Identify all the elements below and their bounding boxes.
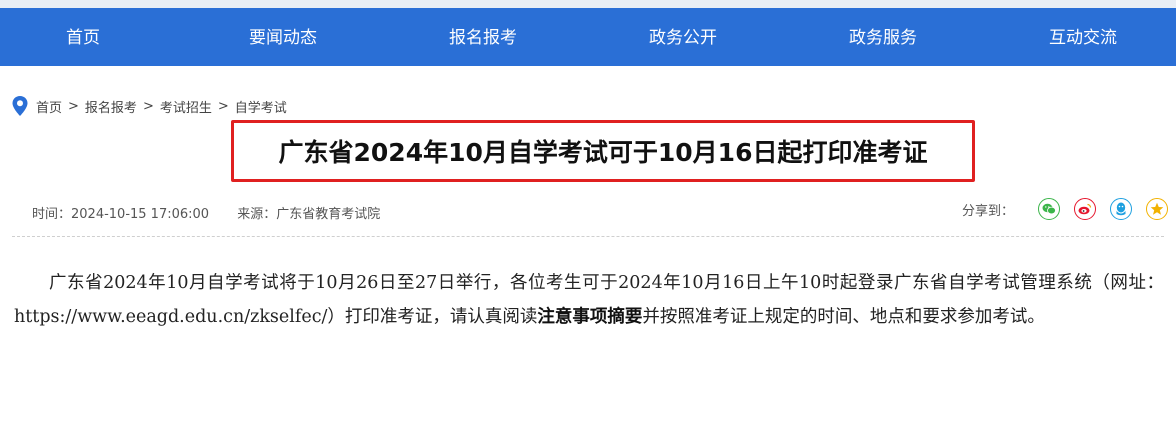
qq-icon[interactable] bbox=[1110, 198, 1133, 220]
article-title: 广东省2024年10月自学考试可于10月16日起打印准考证 bbox=[278, 138, 928, 167]
breadcrumb-separator: > bbox=[217, 98, 229, 114]
nav-item-news[interactable]: 要闻动态 bbox=[213, 8, 353, 66]
breadcrumb-separator: > bbox=[68, 98, 79, 114]
nav-item-interaction[interactable]: 互动交流 bbox=[1013, 8, 1153, 66]
top-strip bbox=[0, 0, 1176, 8]
nav-item-public-affairs[interactable]: 政务公开 bbox=[613, 8, 753, 66]
nav-item-services[interactable]: 政务服务 bbox=[813, 8, 953, 66]
share-label: 分享到： bbox=[962, 203, 1015, 219]
breadcrumb-home[interactable]: 首页 bbox=[36, 97, 62, 116]
breadcrumb-separator: > bbox=[142, 98, 154, 114]
article-meta: 时间：2024-10-15 17:06:00 来源：广东省教育考试院 bbox=[32, 203, 404, 222]
article-body: 广东省2024年10月自学考试将于10月26日至27日举行，各位考生可于2024… bbox=[14, 266, 1164, 334]
breadcrumb-registration[interactable]: 报名报考 bbox=[85, 97, 137, 116]
location-pin-icon bbox=[12, 96, 28, 116]
nav-item-home[interactable]: 首页 bbox=[13, 8, 153, 66]
publish-time: 时间：2024-10-15 17:06:00 bbox=[32, 207, 210, 222]
breadcrumb-exams[interactable]: 考试招生 bbox=[160, 97, 212, 116]
article-source: 来源：广东省教育考试院 bbox=[237, 207, 381, 222]
divider bbox=[12, 236, 1164, 237]
nav-item-registration[interactable]: 报名报考 bbox=[413, 8, 553, 66]
body-text-part2: 并按照准考证上规定的时间、地点和要求参加考试。 bbox=[642, 307, 1045, 327]
qzone-icon[interactable] bbox=[1146, 198, 1169, 220]
wechat-icon[interactable] bbox=[1038, 198, 1061, 220]
weibo-icon[interactable] bbox=[1074, 198, 1097, 220]
main-nav: 首页 要闻动态 报名报考 政务公开 政务服务 互动交流 bbox=[0, 8, 1176, 66]
share-bar: 分享到： bbox=[962, 196, 1169, 222]
breadcrumb: 首页 > 报名报考 > 考试招生 > 自学考试 bbox=[12, 96, 287, 116]
breadcrumb-self-study[interactable]: 自学考试 bbox=[235, 97, 287, 116]
notice-summary-emphasis: 注意事项摘要 bbox=[537, 307, 643, 327]
